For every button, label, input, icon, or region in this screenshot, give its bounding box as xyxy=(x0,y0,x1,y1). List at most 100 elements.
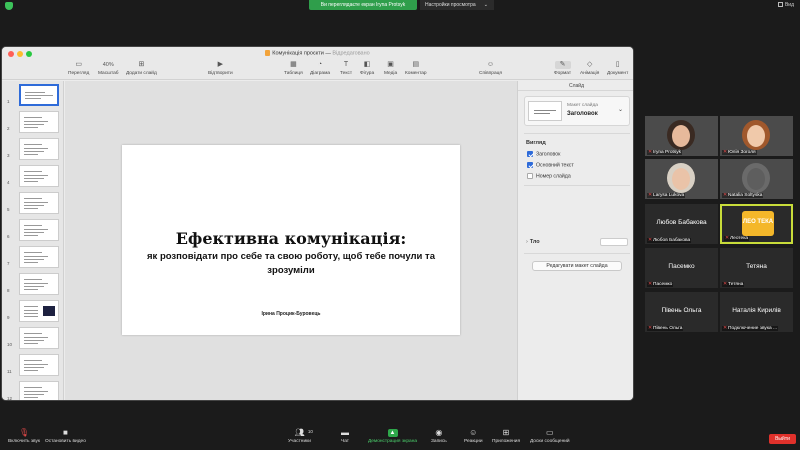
title-checkbox[interactable]: Заголовок xyxy=(527,151,560,157)
slide-thumbnail[interactable] xyxy=(19,138,59,160)
shape-button[interactable]: ◧ Фігура xyxy=(360,61,374,76)
format-button[interactable]: ✎ Формат xyxy=(554,61,571,76)
text-button[interactable]: T Текст xyxy=(340,61,352,76)
participant-tile[interactable]: ✕Iryna Protsyk xyxy=(645,116,718,156)
unmute-label: Включить звук xyxy=(8,439,40,444)
participant-tile[interactable]: Тетяна ✕Тетяна xyxy=(720,248,793,288)
slide-thumbnail[interactable] xyxy=(19,219,59,241)
participant-tile[interactable]: ✕Natalia Soltyska xyxy=(720,159,793,199)
slide-number: 9 xyxy=(7,315,10,320)
view-button[interactable]: Вид xyxy=(777,1,794,9)
slide-layout-picker[interactable]: Макет слайда Заголовок ⌄ xyxy=(524,96,630,126)
participant-name-text: Larysa Lukova xyxy=(653,193,685,198)
participant-name-text: Любов Бабакова xyxy=(653,238,691,243)
collaborate-button[interactable]: ☺ Співпраця xyxy=(479,61,502,76)
slide-thumbnail-row[interactable]: 7 xyxy=(2,245,63,269)
whiteboards-button[interactable]: ▭ Доски сообщений xyxy=(530,429,570,445)
animate-button[interactable]: ◇ Анімація xyxy=(580,61,599,76)
stop-video-button[interactable]: ■ Остановить видео xyxy=(45,428,86,445)
zoom-toolbar-label: Масштаб xyxy=(98,71,119,76)
add-slide-button[interactable]: ⊞ Додати слайд xyxy=(126,61,157,76)
zoom-toolbar-button[interactable]: 40% Масштаб xyxy=(98,61,119,76)
slide-thumbnail-row[interactable]: 10 xyxy=(2,326,63,350)
slide-thumbnail-row[interactable]: 12 xyxy=(2,380,63,400)
participant-tile[interactable]: ✕Юлія Зоголя xyxy=(720,116,793,156)
leave-button[interactable]: Выйти xyxy=(769,434,796,444)
table-button[interactable]: ▦ Таблиця xyxy=(284,61,303,76)
slide-thumbnail[interactable] xyxy=(19,300,59,322)
slide-thumbnail[interactable] xyxy=(19,111,59,133)
collaborate-label: Співпраця xyxy=(479,71,502,76)
slide-thumbnail[interactable] xyxy=(19,84,59,106)
slide-number: 7 xyxy=(7,261,10,266)
video-camera-icon: ■ xyxy=(63,428,68,437)
slide-thumbnail[interactable] xyxy=(19,192,59,214)
media-button[interactable]: ▣ Медіа xyxy=(384,61,397,76)
share-banner: Ви переглядаєте екран Iryna Protsyk xyxy=(309,0,417,10)
background-row[interactable]: › Тло xyxy=(526,237,628,247)
chat-bubble-icon: ▬ xyxy=(341,428,349,437)
slide-number-checkbox[interactable]: Номер слайда xyxy=(527,173,571,179)
view-settings-button[interactable]: Настройки просмотра ⌄ xyxy=(420,0,494,10)
slide-author[interactable]: Ірина Процик-Буровець xyxy=(122,311,460,317)
stop-video-label: Остановить видео xyxy=(45,439,86,444)
participant-tile[interactable]: ЛЕО ТЕКА ✕Леотека xyxy=(720,204,793,244)
slide-thumbnail-row[interactable]: 11 xyxy=(2,353,63,377)
view-toolbar-button[interactable]: ▭ Перегляд xyxy=(68,61,89,76)
media-icon: ▣ xyxy=(387,61,394,68)
apps-button[interactable]: ⊞ Приложения xyxy=(492,428,520,445)
reactions-button[interactable]: ☺ Реакции xyxy=(464,429,483,445)
slide-thumbnail[interactable] xyxy=(19,165,59,187)
participant-tile[interactable]: Любов Бабакова ✕Любов Бабакова xyxy=(645,204,718,244)
apps-icon: ⊞ xyxy=(502,428,510,437)
collaborate-icon: ☺ xyxy=(486,61,495,68)
chart-button[interactable]: ◔ Діаграма xyxy=(310,61,330,76)
chat-button[interactable]: ▬ Чат xyxy=(340,428,350,445)
slide-thumbnail-row[interactable]: 3 xyxy=(2,137,63,161)
slide-thumbnail-row[interactable]: 4 xyxy=(2,164,63,188)
edit-slide-layout-button[interactable]: Редагувати макет слайда xyxy=(532,261,622,271)
layout-caption: Макет слайда xyxy=(567,103,598,108)
slide-thumbnail[interactable] xyxy=(19,246,59,268)
play-button[interactable]: ▶ Відтворити xyxy=(208,61,233,76)
slide-thumbnail[interactable] xyxy=(19,381,59,400)
slide-thumbnail[interactable] xyxy=(19,327,59,349)
slide-title[interactable]: Ефективна комунікація: xyxy=(122,229,460,248)
participant-tile[interactable]: Півень Ольга ✕Півень Ольга xyxy=(645,292,718,332)
slide-number: 4 xyxy=(7,180,10,185)
background-color-well[interactable] xyxy=(600,238,628,246)
slide-thumbnail-row[interactable]: 5 xyxy=(2,191,63,215)
slide-thumbnail-row[interactable]: 2 xyxy=(2,110,63,134)
participants-button[interactable]: 👥︎ 10 Участники xyxy=(288,429,313,445)
media-label: Медіа xyxy=(384,71,398,76)
shield-icon[interactable] xyxy=(5,2,13,10)
slide-subtitle[interactable]: як розповідати про себе та свою роботу, … xyxy=(132,250,450,278)
mic-muted-icon: ✕ xyxy=(648,238,653,243)
format-inspector: Слайд Макет слайда Заголовок ⌄ Вигляд За… xyxy=(517,81,633,400)
share-screen-button[interactable]: ▲ Демонстрация экрана xyxy=(368,429,417,444)
comment-button[interactable]: ▤ Коментар xyxy=(405,61,427,76)
participant-tile[interactable]: Наталія Кирилів ✕Подключение звука ... xyxy=(720,292,793,332)
slide-canvas[interactable]: Ефективна комунікація: як розповідати пр… xyxy=(65,81,517,400)
tab-slide[interactable]: Слайд xyxy=(518,81,633,91)
slide-thumbnail-row[interactable]: 6 xyxy=(2,218,63,242)
slide-thumbnail[interactable] xyxy=(19,273,59,295)
mic-muted-icon: ✕ xyxy=(725,236,730,241)
participant-tile[interactable]: Пасемко ✕Пасемко xyxy=(645,248,718,288)
participant-name-text: Юлія Зоголя xyxy=(728,150,756,155)
unmute-button[interactable]: 🎙︎ Включить звук xyxy=(8,429,40,445)
zoom-control-bar: 🎙︎ Включить звук ■ Остановить видео 👥︎ 10 Уч… xyxy=(0,425,800,450)
participant-name-text: Iryna Protsyk xyxy=(653,150,682,155)
document-button[interactable]: ▯ Документ xyxy=(607,61,628,76)
slide-thumbnail-row[interactable]: 8 xyxy=(2,272,63,296)
layout-value: Заголовок xyxy=(567,111,598,117)
zoom-value: 40% xyxy=(102,62,114,68)
record-button[interactable]: ◉ Запись xyxy=(431,429,447,445)
participant-tile[interactable]: ✕Larysa Lukova xyxy=(645,159,718,199)
body-text-checkbox[interactable]: Основний текст xyxy=(527,162,574,168)
slide-thumbnail-row[interactable]: 9 xyxy=(2,299,63,323)
slide-thumbnail[interactable] xyxy=(19,354,59,376)
slide-thumbnail-row[interactable]: 1 xyxy=(2,83,63,107)
checkbox-checked-icon xyxy=(527,151,533,157)
current-slide[interactable]: Ефективна комунікація: як розповідати пр… xyxy=(122,145,460,335)
